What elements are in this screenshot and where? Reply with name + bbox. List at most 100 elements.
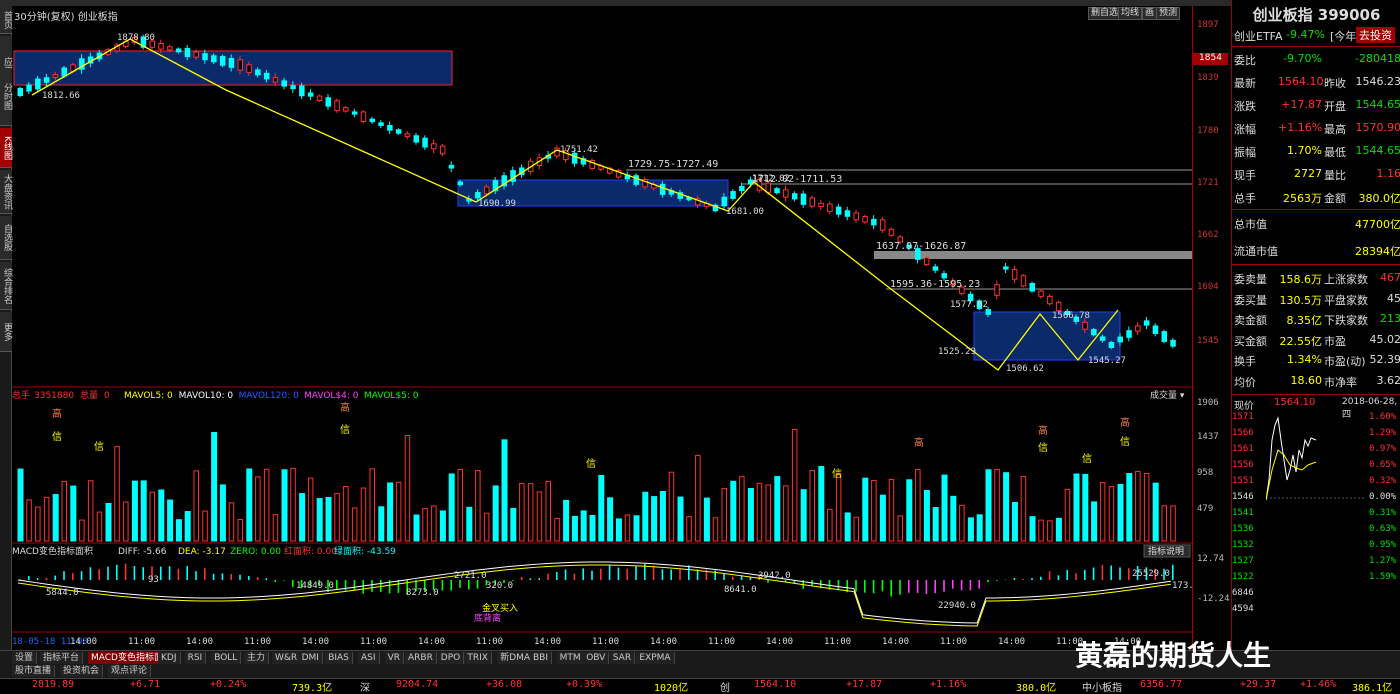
quote-value-2: 1.16 bbox=[1377, 167, 1400, 180]
indicator-tab-17[interactable]: MTM bbox=[557, 652, 585, 664]
time-label: 11:00 bbox=[708, 637, 735, 647]
left-tab-2[interactable]: 分时图 bbox=[0, 68, 12, 126]
indicator-tab-1[interactable]: 指标平台 bbox=[40, 652, 83, 664]
candle-body bbox=[300, 86, 305, 96]
quote-row: 总市值47700亿 bbox=[1232, 212, 1400, 234]
candle-body bbox=[256, 70, 261, 75]
candle-body bbox=[361, 112, 366, 122]
left-tab-7[interactable]: 更多 bbox=[0, 312, 12, 352]
macd-diff: DIFF: -5.66 bbox=[118, 547, 167, 557]
quote-value-2: 47700亿 bbox=[1355, 216, 1400, 232]
candle-body bbox=[722, 197, 727, 206]
quote-value-2: 45.02 bbox=[1370, 333, 1400, 346]
invest-button[interactable]: 去投资 bbox=[1356, 27, 1395, 43]
quote-value-2: 1546.23 bbox=[1356, 75, 1400, 88]
volume-bar bbox=[1136, 471, 1141, 541]
indicator-tab-10[interactable]: ASI bbox=[358, 652, 380, 664]
macd-red-area: 红面积: 0.00 bbox=[284, 545, 337, 557]
left-tab-3[interactable]: K线图 bbox=[0, 128, 12, 168]
mini-left-tick: 1551 bbox=[1232, 476, 1254, 486]
quote-value: -9.70% bbox=[1278, 52, 1322, 65]
indicator-tab-6[interactable]: 主力 bbox=[244, 652, 269, 664]
volume-bar bbox=[1153, 483, 1158, 541]
secondary-tab-1[interactable]: 投资机会 bbox=[60, 665, 103, 677]
volume-bar bbox=[581, 511, 586, 541]
mini-left-tick: 1522 bbox=[1232, 572, 1254, 582]
candle-body bbox=[212, 56, 217, 62]
secondary-tab-2[interactable]: 观点评论 bbox=[108, 665, 151, 677]
indicator-tab-9[interactable]: BIAS bbox=[325, 652, 353, 664]
left-tab-5[interactable]: 自选股 bbox=[0, 216, 12, 260]
indicator-tab-16[interactable]: BBI bbox=[530, 652, 552, 664]
candle-body bbox=[44, 78, 49, 83]
left-tab-0[interactable]: 首页 bbox=[0, 6, 12, 34]
quote-label-2: 开盘 bbox=[1324, 98, 1346, 114]
quote-value-2: 1570.90 bbox=[1356, 121, 1400, 134]
indicator-tab-0[interactable]: 设置 bbox=[12, 652, 37, 664]
indicator-tab-8[interactable]: DMI bbox=[299, 652, 323, 664]
pivot-label: 1751.42 bbox=[560, 145, 598, 155]
candle-body bbox=[880, 220, 885, 230]
candle-body bbox=[801, 194, 806, 204]
macd-label: 320.0 bbox=[486, 581, 513, 591]
volume-bar bbox=[344, 487, 349, 541]
volume-tick: 479 bbox=[1197, 504, 1213, 514]
toolbar-button-1[interactable]: 均线 bbox=[1118, 7, 1142, 20]
indicator-tab-7[interactable]: W&R bbox=[272, 652, 301, 664]
volume-bar bbox=[1144, 474, 1149, 541]
indicator-tab-15[interactable]: 新DMA bbox=[497, 652, 534, 664]
time-label: 14:00 bbox=[882, 637, 909, 647]
volume-bar bbox=[528, 484, 533, 541]
toolbar-button-2[interactable]: 画 bbox=[1142, 7, 1157, 20]
mini-right-tick: 0.63% bbox=[1369, 524, 1396, 534]
volume-bar bbox=[537, 492, 542, 541]
volume-bar bbox=[1100, 483, 1105, 541]
quote-row: 委买量130.5万平盘家数45 bbox=[1232, 288, 1400, 310]
macd-tick: 12.74 bbox=[1197, 554, 1224, 564]
indicator-tab-3[interactable]: KDJ bbox=[158, 652, 181, 664]
indicator-tab-4[interactable]: RSI bbox=[185, 652, 207, 664]
indicator-tab-14[interactable]: TRIX bbox=[464, 652, 492, 664]
secondary-tab-0[interactable]: 股市直播 bbox=[12, 665, 55, 677]
candle-body bbox=[1056, 302, 1061, 310]
volume-bar bbox=[405, 436, 410, 541]
volume-bar bbox=[731, 481, 736, 541]
indicator-tab-13[interactable]: DPO bbox=[438, 652, 464, 664]
volume-tick: 1437 bbox=[1197, 432, 1219, 442]
macd-label: 25529.0 bbox=[1132, 569, 1170, 579]
candle-body bbox=[872, 219, 877, 224]
toolbar-button-3[interactable]: 预测 bbox=[1156, 7, 1180, 20]
candle-body bbox=[423, 138, 428, 147]
indicator-tab-19[interactable]: SAR bbox=[610, 652, 635, 664]
candle-body bbox=[1039, 291, 1044, 296]
candle-body bbox=[740, 186, 745, 190]
volume-bar bbox=[1039, 520, 1044, 541]
indicator-tab-20[interactable]: EXPMA bbox=[636, 652, 674, 664]
kline-chart[interactable]: 1812.661878.801690.991751.421681.001712.… bbox=[12, 20, 1192, 650]
quote-label: 涨幅 bbox=[1234, 121, 1256, 137]
indicator-tab-12[interactable]: ARBR bbox=[405, 652, 437, 664]
etf-row[interactable]: 创业ETFA -9.47% [今年] 去投资 bbox=[1232, 24, 1400, 46]
intraday-mini-chart[interactable]: 现价1564.102018-06-28,四1571156615611556155… bbox=[1232, 394, 1400, 650]
volume-bar bbox=[80, 520, 85, 541]
volume-bar bbox=[388, 483, 393, 541]
volume-bar bbox=[775, 477, 780, 541]
indicator-tab-11[interactable]: VR bbox=[385, 652, 404, 664]
indicator-tab-5[interactable]: BOLL bbox=[211, 652, 241, 664]
toolbar-button-0[interactable]: 删自选 bbox=[1088, 7, 1121, 20]
indicator-tab-18[interactable]: OBV bbox=[583, 652, 609, 664]
candle-body bbox=[203, 54, 208, 60]
mini-left-tick: 1541 bbox=[1232, 508, 1254, 518]
volume-bar bbox=[748, 488, 753, 541]
mini-right-tick: 1.29% bbox=[1369, 428, 1396, 438]
volume-bar bbox=[476, 471, 481, 541]
macd-label: 2721.0 bbox=[454, 571, 487, 581]
ticker-item: +0.24% bbox=[210, 679, 246, 690]
ticker-item: +36.08 bbox=[486, 679, 522, 690]
quote-value: 1.34% bbox=[1278, 353, 1322, 366]
left-tab-6[interactable]: 综合排名 bbox=[0, 262, 12, 310]
left-tab-4[interactable]: 大盘资讯 bbox=[0, 170, 12, 214]
volume-bar bbox=[484, 513, 489, 541]
candle-body bbox=[238, 60, 243, 70]
volume-bar bbox=[194, 471, 199, 541]
